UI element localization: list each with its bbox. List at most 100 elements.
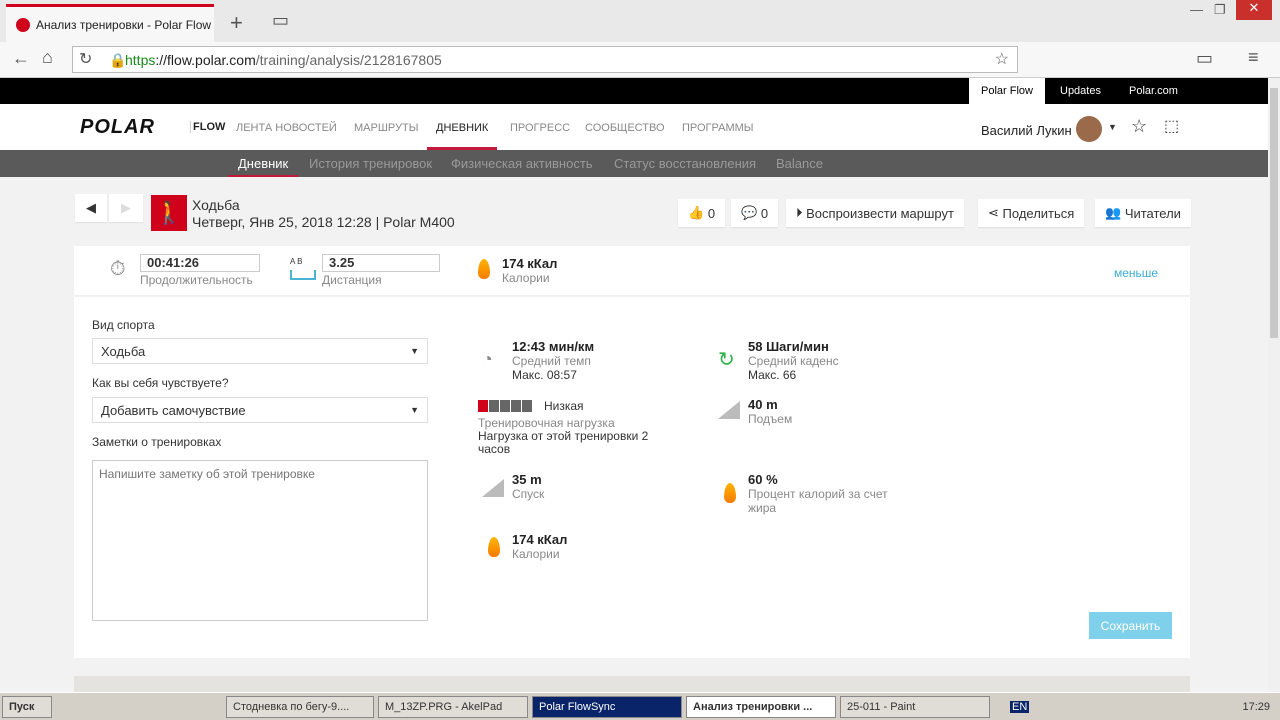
notes-label: Заметки о тренировках [92, 435, 222, 449]
nav-feed[interactable]: ЛЕНТА НОВОСТЕЙ [236, 104, 337, 150]
like-count: 0 [707, 205, 716, 221]
browser-tab[interactable]: Анализ тренировки - Polar Flow [6, 4, 214, 42]
minimize-icon[interactable]: — [1190, 2, 1203, 17]
scrollbar[interactable] [1268, 78, 1280, 692]
show-less-link[interactable]: меньше [1114, 266, 1158, 280]
bookmark-star-icon[interactable]: ☆ [995, 49, 1009, 69]
avatar[interactable] [1076, 116, 1102, 142]
reload-icon[interactable]: ↻ [79, 49, 92, 69]
subnav-recovery[interactable]: Статус восстановления [614, 150, 756, 177]
replay-label: Воспроизвести маршрут [806, 205, 954, 221]
distance-value: 3.25 [322, 254, 440, 272]
task-label: Стодневка по бегу-9.... [233, 700, 350, 713]
share-icon: ⋖ [988, 205, 999, 220]
lock-icon: 🔒 [109, 52, 127, 68]
replay-route-button[interactable]: ⏵ Воспроизвести маршрут [786, 199, 964, 227]
sport-label: Вид спорта [92, 318, 155, 332]
favorites-star-icon[interactable]: ☆ [1131, 116, 1147, 137]
prev-session-button[interactable]: ◀ [75, 194, 107, 222]
task-browser[interactable]: Анализ тренировки ... [686, 695, 836, 718]
flame-icon [478, 259, 490, 279]
feeling-select[interactable]: Добавить самочувствие ▼ [92, 397, 428, 423]
session-sport: Ходьба [192, 197, 240, 213]
comment-button[interactable]: 💬 0 [731, 199, 779, 227]
pace-gauge-icon: ◔ [482, 349, 493, 369]
subnav-activity[interactable]: Физическая активность [451, 150, 593, 177]
link-polar-flow[interactable]: Polar Flow [969, 78, 1045, 104]
cadence-icon: ↻ [718, 349, 735, 371]
tab-title: Анализ тренировки - Polar Flow [36, 17, 212, 32]
play-icon: ⏵ [796, 205, 803, 220]
polar-favicon-icon [16, 17, 30, 32]
fat-value: 60 % [748, 472, 778, 487]
tab-list-icon[interactable]: ▭ [272, 10, 289, 31]
sport-select[interactable]: Ходьба ▼ [92, 338, 428, 364]
session-date: Четверг, Янв 25, 2018 12:28 | Polar M400 [192, 214, 455, 230]
user-name[interactable]: Василий Лукин [981, 123, 1072, 138]
subnav-history[interactable]: История тренировок [309, 150, 432, 177]
close-window-icon[interactable]: ✕ [1236, 0, 1272, 20]
pace-max: Макс. 08:57 [512, 368, 577, 382]
ascent-value: 40 m [748, 397, 778, 412]
load-description: Нагрузка от этой тренировки 2 часов [478, 429, 649, 456]
task-firefox[interactable]: Стодневка по бегу-9.... [226, 695, 374, 718]
address-bar: ← ⌂ ↻ 🔒 https://flow.polar.com/training/… [0, 42, 1280, 78]
chevron-down-icon: ▼ [410, 346, 419, 356]
route-map[interactable] [74, 676, 1190, 692]
polar-logo[interactable]: POLAR [80, 116, 155, 139]
task-flowsync[interactable]: Polar FlowSync [532, 695, 682, 718]
training-load-bars [478, 400, 532, 412]
maximize-icon[interactable]: ❐ [1214, 2, 1226, 18]
home-icon[interactable]: ⌂ [42, 47, 53, 68]
new-tab-icon[interactable]: + [230, 10, 243, 36]
menu-icon[interactable]: ≡ [1248, 47, 1259, 68]
feeling-label: Как вы себя чувствуете? [92, 376, 229, 390]
calories-label: Калории [502, 271, 550, 285]
subnav-diary[interactable]: Дневник [228, 150, 299, 177]
like-button[interactable]: 👍 0 [678, 199, 726, 227]
readers-icon: 👥 [1105, 205, 1122, 220]
flow-label: FLOW [190, 121, 225, 133]
start-button[interactable]: Пуск [2, 695, 52, 718]
link-updates[interactable]: Updates [1048, 78, 1113, 104]
save-button[interactable]: Сохранить [1089, 612, 1172, 639]
subnav-balance[interactable]: Balance [776, 150, 823, 177]
sub-nav: Дневник История тренировок Физическая ак… [0, 150, 1268, 177]
user-menu-chevron-icon[interactable]: ▼ [1108, 122, 1117, 132]
url-path: /training/analysis/2128167805 [255, 51, 442, 68]
comment-icon: 💬 [741, 205, 758, 220]
url-field[interactable]: ↻ 🔒 https://flow.polar.com/training/anal… [72, 46, 1018, 73]
stopwatch-icon: ⏱ [110, 258, 126, 280]
next-session-button[interactable]: ▶ [109, 194, 143, 222]
stat-calories-label: Калории [512, 547, 560, 561]
load-value: Низкая [544, 399, 584, 413]
task-label: Анализ тренировки ... [693, 700, 813, 713]
task-label: 25-011 - Paint [847, 700, 916, 713]
share-button[interactable]: ⋖ Поделиться [978, 199, 1085, 227]
start-label: Пуск [9, 700, 35, 713]
nav-community[interactable]: СООБЩЕСТВО [585, 104, 665, 150]
nav-programs[interactable]: ПРОГРАММЫ [682, 104, 754, 150]
thumbs-up-icon: 👍 [688, 205, 705, 220]
link-polar-com[interactable]: Polar.com [1117, 78, 1190, 104]
details-panel: Вид спорта Ходьба ▼ Как вы себя чувствует… [74, 297, 1190, 658]
nav-diary[interactable]: ДНЕВНИК [427, 104, 498, 150]
nav-routes[interactable]: МАРШРУТЫ [354, 104, 418, 150]
task-paint[interactable]: 25-011 - Paint [840, 695, 990, 718]
flame-icon [724, 483, 736, 503]
back-icon[interactable]: ← [12, 48, 30, 69]
stat-calories-value: 174 кКал [512, 532, 568, 547]
notes-textarea[interactable] [92, 460, 428, 621]
browser-tabbar: Анализ тренировки - Polar Flow + ▭ — ❐ ✕ [0, 0, 1280, 42]
nav-progress[interactable]: ПРОГРЕСС [510, 104, 570, 150]
readers-button[interactable]: 👥 Читатели [1095, 199, 1191, 227]
distance-label: Дистанция [322, 273, 382, 287]
descent-icon [482, 479, 504, 497]
task-akelpad[interactable]: M_13ZP.PRG - AkelPad [378, 695, 528, 718]
chat-icon[interactable]: ▭ [1196, 48, 1213, 69]
ascent-label: Подъем [748, 412, 793, 426]
language-indicator[interactable]: EN [1010, 700, 1030, 713]
feeling-select-value: Добавить самочувствие [101, 402, 246, 418]
cadence-value: 58 Шаги/мин [748, 339, 829, 354]
sync-icon[interactable]: ⬚ [1164, 116, 1179, 136]
